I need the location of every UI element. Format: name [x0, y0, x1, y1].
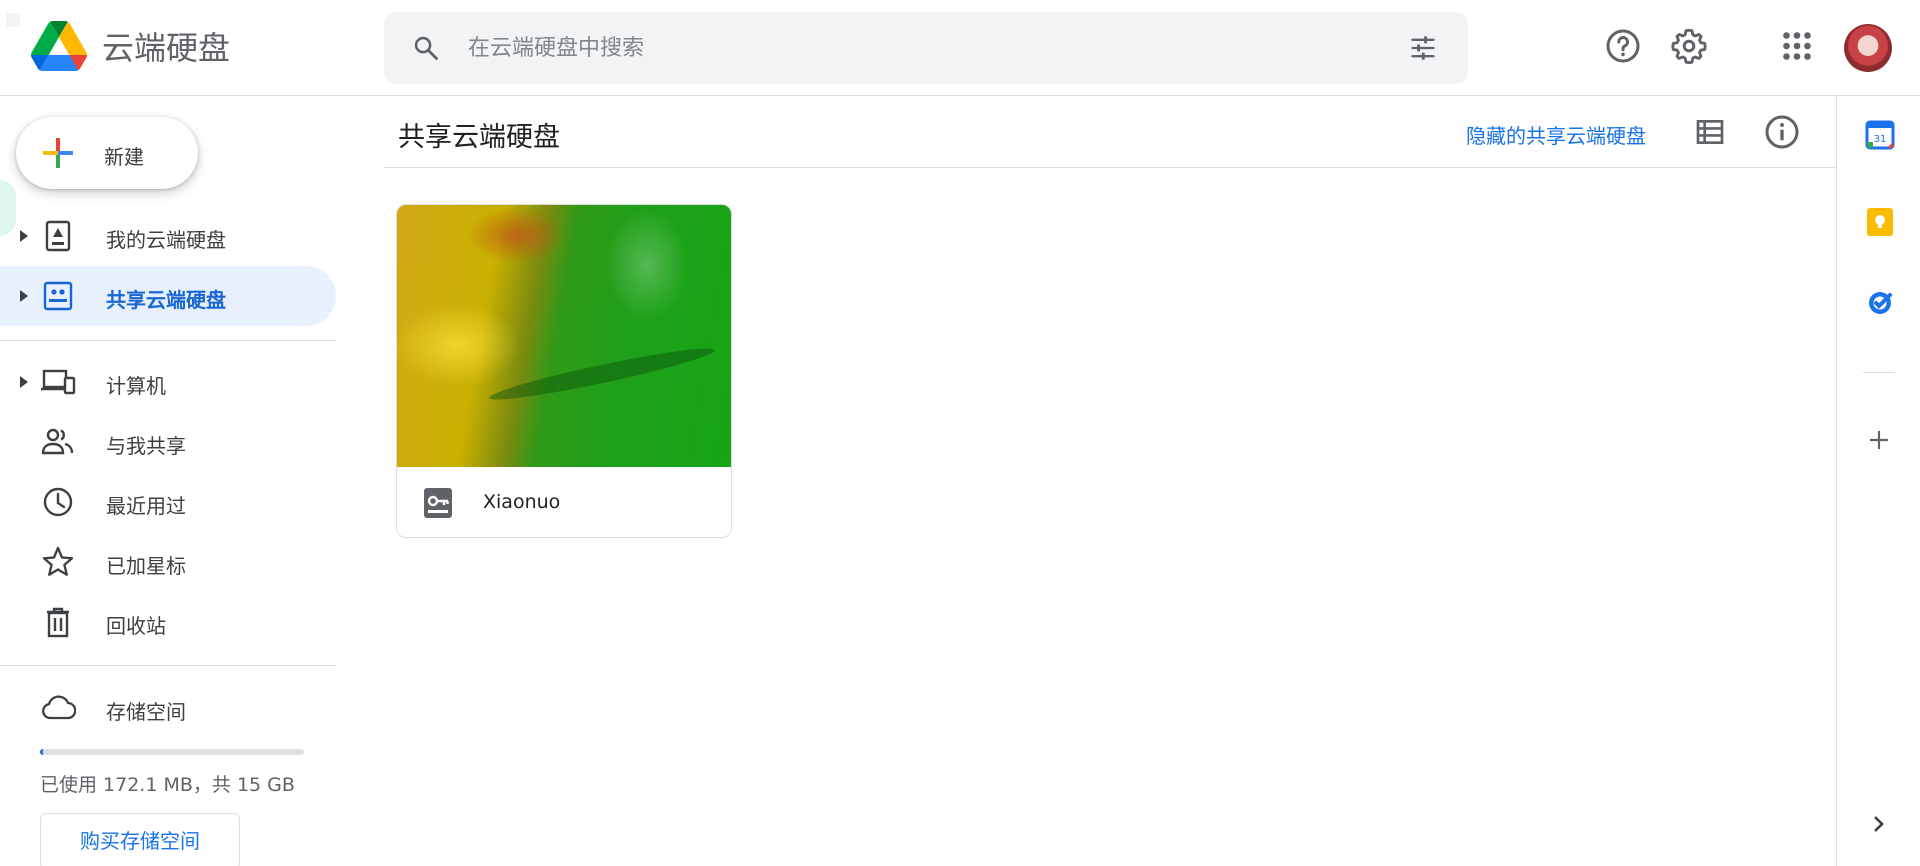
hidden-shared-drives-link[interactable]: 隐藏的共享云端硬盘: [1466, 120, 1646, 149]
app-title: 云端硬盘: [102, 29, 231, 67]
chevron-right-icon[interactable]: [1869, 812, 1889, 836]
info-icon[interactable]: [1764, 114, 1800, 150]
page-title: 共享云端硬盘: [398, 122, 560, 153]
sidebar-item-label: 计算机: [106, 374, 166, 398]
help-icon[interactable]: [1605, 28, 1641, 64]
expand-caret-icon[interactable]: [18, 228, 30, 244]
sidebar-item-label: 回收站: [106, 614, 166, 638]
plus-icon: [43, 138, 73, 168]
drive-app: 云端硬盘 在云端硬盘中搜索 新建 我的云端硬盘 共享云端硬盘 计算机 与我共享 …: [0, 0, 1920, 866]
list-view-icon[interactable]: [1694, 116, 1726, 148]
shared-drives-icon: [43, 281, 73, 311]
search-options-icon[interactable]: [1408, 34, 1438, 62]
shared-drive-thumbnail: [397, 205, 731, 467]
side-panel-rail: 31: [1836, 96, 1920, 866]
thumbnail-streak: [487, 341, 717, 407]
sidebar-item-storage[interactable]: 存储空间: [0, 678, 336, 738]
add-addon-plus-icon[interactable]: [1867, 428, 1891, 452]
starred-icon: [42, 546, 74, 576]
search-input[interactable]: [468, 30, 1368, 66]
calendar-icon[interactable]: 31: [1865, 120, 1895, 150]
search-bar[interactable]: [384, 12, 1468, 84]
sidebar-item-label: 共享云端硬盘: [106, 288, 226, 312]
sidebar-item-starred[interactable]: 已加星标: [0, 532, 336, 592]
shared-drive-key-icon: [424, 488, 452, 518]
my-drive-icon: [45, 220, 71, 252]
shared-with-me-icon: [41, 428, 74, 455]
computers-icon: [41, 369, 76, 395]
expand-caret-icon[interactable]: [18, 374, 30, 390]
tasks-icon[interactable]: [1865, 287, 1895, 317]
sidebar-item-shared-drives[interactable]: 共享云端硬盘: [0, 266, 336, 326]
storage-usage-text: 已使用 172.1 MB，共 15 GB: [40, 774, 295, 796]
sidebar-divider: [0, 340, 336, 341]
expand-caret-icon[interactable]: [18, 288, 30, 304]
svg-text:31: 31: [1874, 134, 1887, 145]
account-avatar[interactable]: [1844, 24, 1892, 72]
new-button[interactable]: 新建: [16, 117, 198, 189]
shared-drive-card[interactable]: Xiaonuo: [396, 204, 732, 538]
sidebar-item-my-drive[interactable]: 我的云端硬盘: [0, 206, 336, 266]
sidebar-item-computers[interactable]: 计算机: [0, 352, 336, 412]
sidebar-item-label: 最近用过: [106, 494, 186, 518]
sidebar-divider: [0, 665, 336, 666]
sidebar-item-trash[interactable]: 回收站: [0, 592, 336, 652]
keep-icon[interactable]: [1865, 207, 1895, 237]
trash-icon: [47, 607, 69, 638]
new-button-label: 新建: [104, 145, 144, 169]
sidebar-item-shared-with-me[interactable]: 与我共享: [0, 412, 336, 472]
main-divider: [384, 167, 1836, 168]
storage-usage-fill: [40, 749, 43, 755]
shared-drive-name: Xiaonuo: [483, 491, 561, 513]
cloud-icon: [42, 695, 76, 720]
sidebar-item-recent[interactable]: 最近用过: [0, 472, 336, 532]
buy-storage-button[interactable]: 购买存储空间: [40, 813, 240, 866]
apps-grid-icon[interactable]: [1779, 28, 1815, 64]
rail-divider: [1863, 372, 1895, 373]
search-icon[interactable]: [412, 34, 440, 62]
recent-icon: [43, 487, 73, 517]
sidebar-item-label: 我的云端硬盘: [106, 228, 226, 252]
top-bar: 云端硬盘: [0, 0, 1920, 96]
sidebar-item-label: 存储空间: [106, 700, 186, 724]
sidebar-item-label: 已加星标: [106, 554, 186, 578]
drive-logo-icon[interactable]: [31, 21, 87, 71]
sidebar-item-label: 与我共享: [106, 434, 186, 458]
settings-gear-icon[interactable]: [1671, 28, 1707, 64]
window-corner-box: [6, 13, 20, 27]
storage-usage-bar: [40, 749, 304, 755]
